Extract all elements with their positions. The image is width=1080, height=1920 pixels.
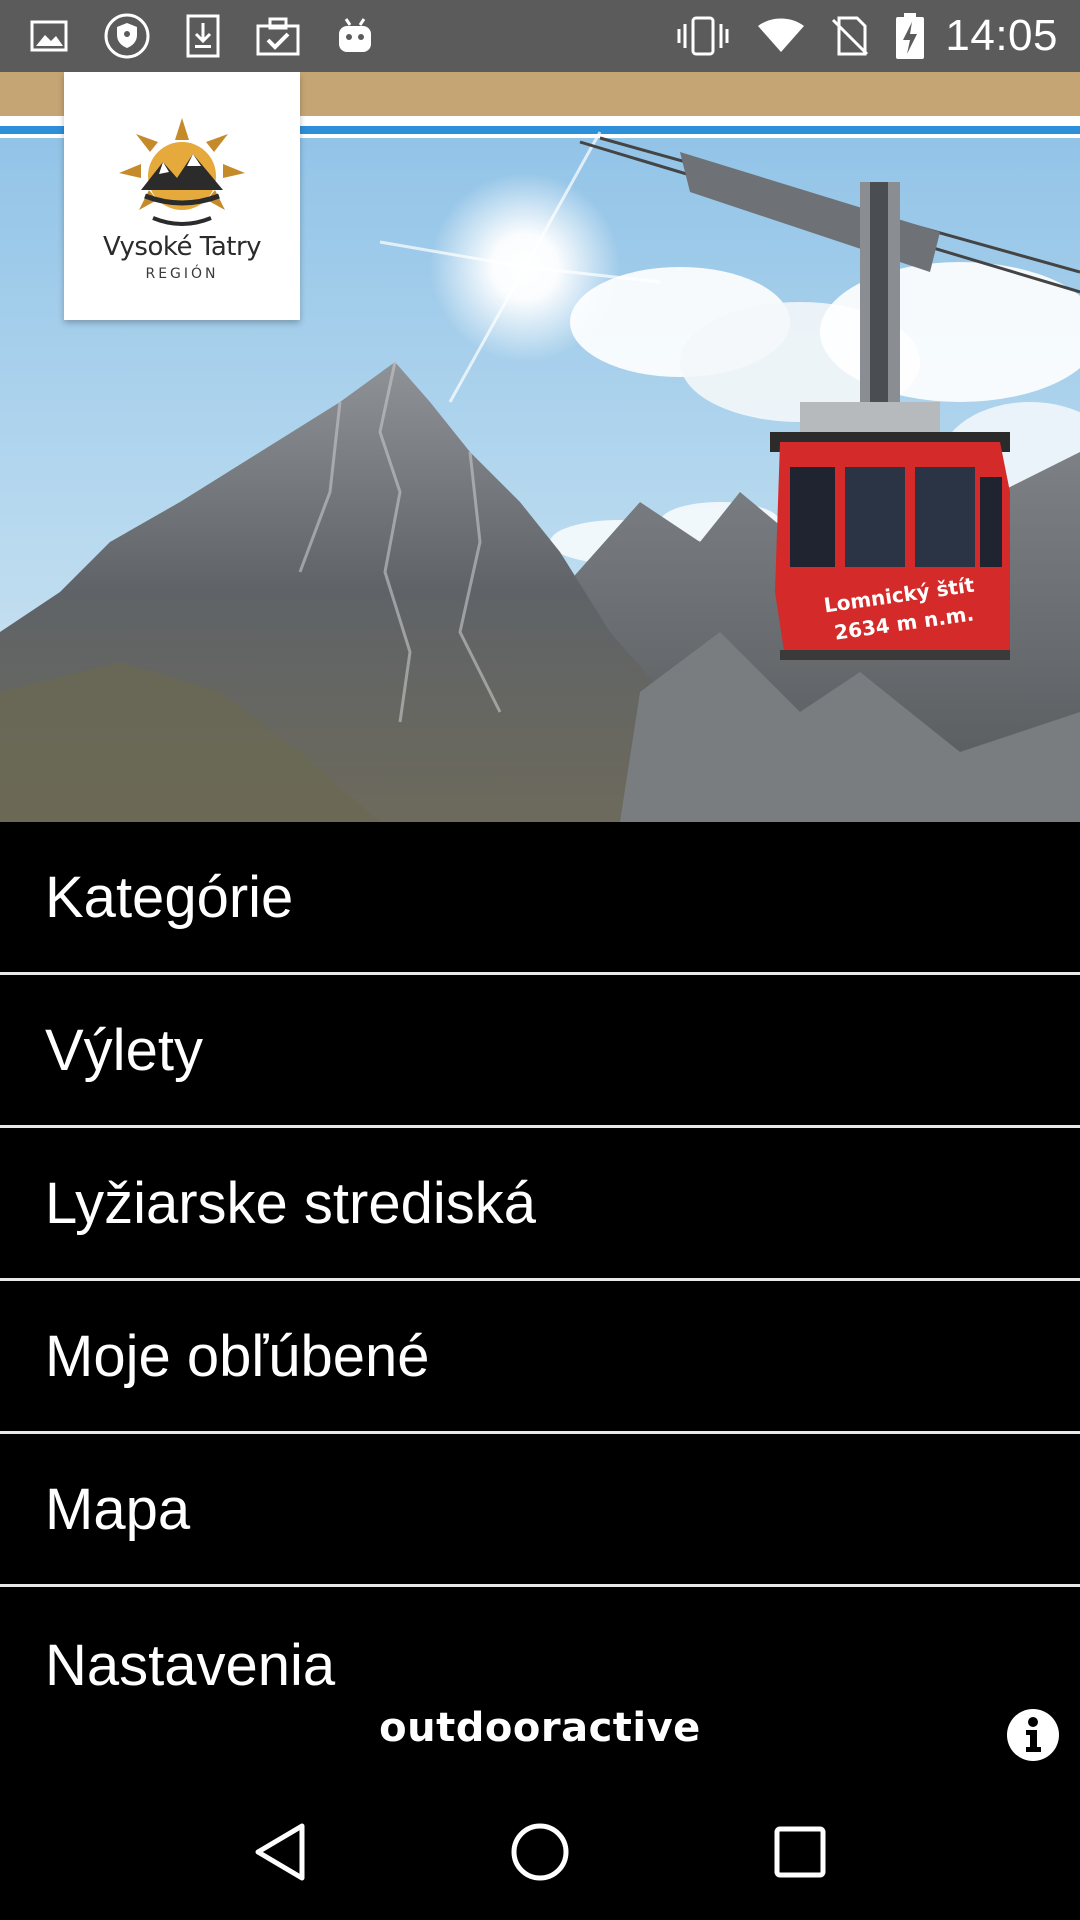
menu-item-lyziarske-strediska[interactable]: Lyžiarske strediská (0, 1128, 1080, 1281)
outdooractive-brand: outdooractive (379, 1705, 701, 1751)
vibrate-icon (675, 16, 731, 56)
no-sim-icon (831, 16, 869, 56)
back-icon[interactable] (235, 1807, 325, 1897)
battery-charging-icon (895, 12, 925, 60)
sun-mountain-logo-icon (119, 118, 245, 226)
menu-item-vylety[interactable]: Výlety (0, 975, 1080, 1128)
header-banner: Lomnický štít 2634 m n.m. Vysoké Tatry R… (0, 72, 1080, 822)
navigation-bar (0, 1784, 1080, 1920)
home-icon[interactable] (495, 1807, 585, 1897)
image-icon (30, 20, 68, 52)
clock: 14:05 (945, 11, 1058, 60)
download-icon (186, 14, 220, 58)
clipboard-check-icon (256, 16, 300, 56)
menu-item-kategorie[interactable]: Kategórie (0, 822, 1080, 975)
main-menu: Kategórie Výlety Lyžiarske strediská Moj… (0, 822, 1080, 1762)
status-bar: 14:05 (0, 0, 1080, 72)
recents-icon[interactable] (755, 1807, 845, 1897)
app-screen: 14:05 Lomnický štít 2634 m n.m. Vysoké T… (0, 0, 1080, 1920)
menu-item-mapa[interactable]: Mapa (0, 1434, 1080, 1587)
android-icon (336, 16, 374, 56)
wifi-icon (757, 18, 805, 54)
logo-title: Vysoké Tatry (102, 232, 262, 262)
region-logo: Vysoké Tatry REGIÓN (64, 72, 300, 320)
menu-item-moje-oblubene[interactable]: Moje obľúbené (0, 1281, 1080, 1434)
info-icon[interactable] (1007, 1709, 1059, 1761)
logo-subtitle: REGIÓN (145, 266, 219, 282)
shield-icon (104, 13, 150, 59)
